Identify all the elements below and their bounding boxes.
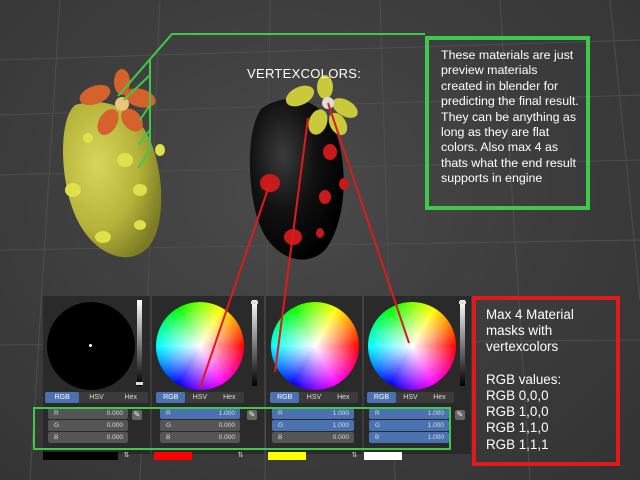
3d-viewport[interactable]: VERTEXCOLORS: These materials are just p… xyxy=(0,0,640,480)
annotation-lines xyxy=(117,33,425,389)
